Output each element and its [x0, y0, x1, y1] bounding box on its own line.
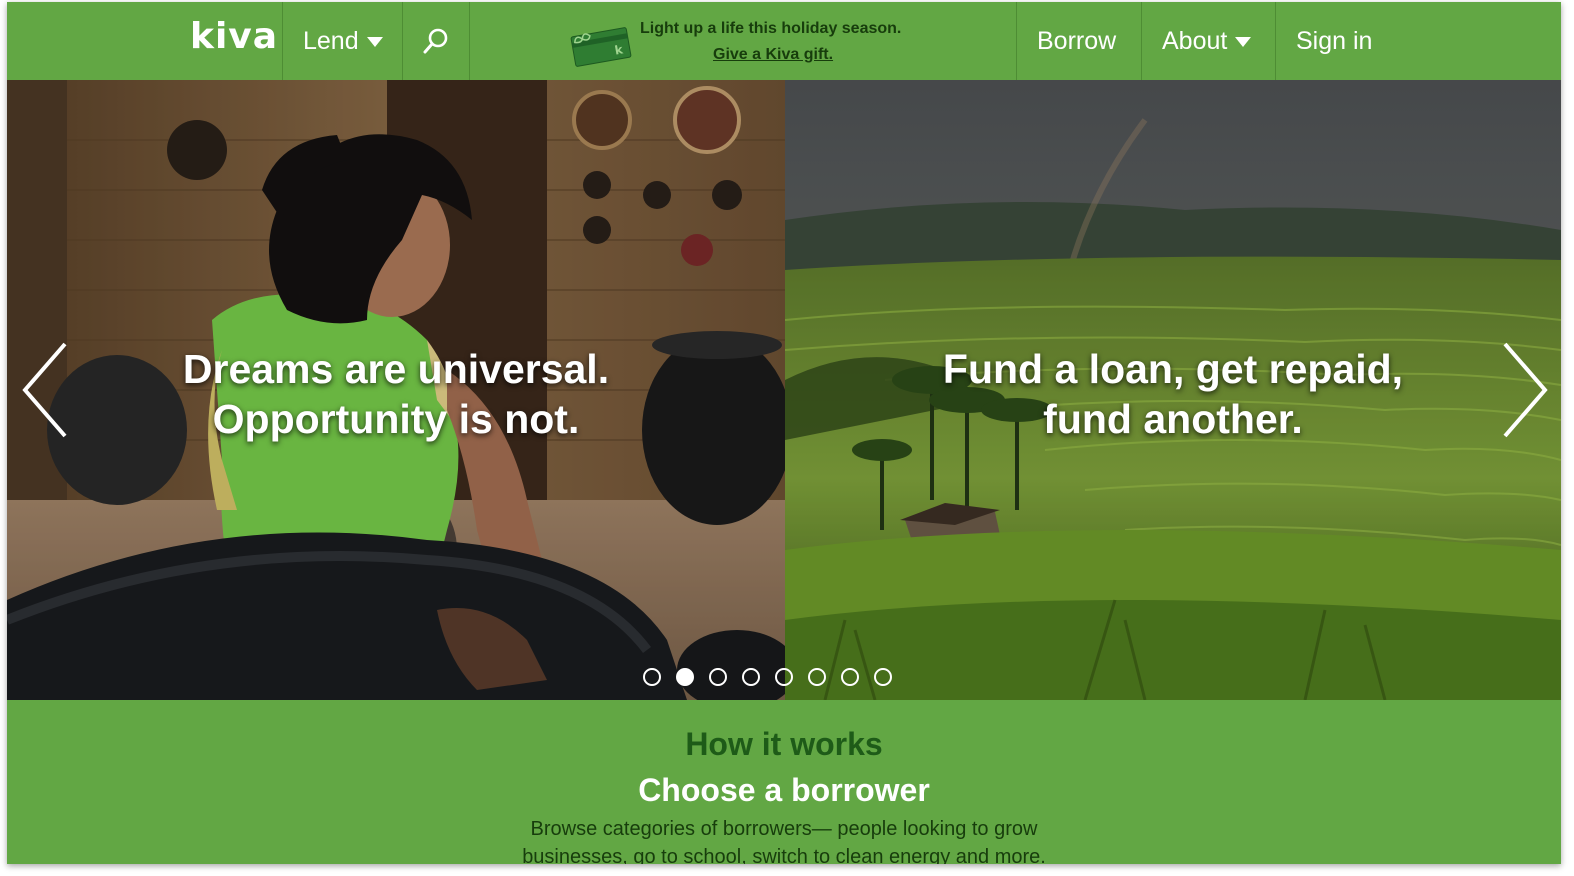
gift-card-icon: k	[570, 27, 632, 67]
promo-text: Light up a life this holiday season.	[640, 20, 902, 37]
borrow-link[interactable]: Borrow	[1037, 2, 1116, 80]
how-it-works-section: How it works Choose a borrower Browse ca…	[7, 700, 1561, 864]
about-label: About	[1162, 26, 1228, 55]
lend-menu[interactable]: Lend	[303, 2, 383, 80]
step-title: Choose a borrower	[638, 772, 930, 808]
section-title: How it works	[685, 726, 883, 762]
slide-headline-line: Opportunity is not.	[212, 396, 580, 442]
caret-down-icon	[1235, 37, 1252, 47]
kiva-logo[interactable]: kiva	[190, 16, 278, 57]
nav-divider	[1141, 2, 1142, 80]
carousel-dot[interactable]	[709, 668, 727, 686]
carousel-pagination	[643, 668, 892, 692]
hero-carousel: Dreams are universal. Opportunity is not…	[7, 80, 1561, 700]
previous-slide-button[interactable]	[19, 340, 79, 440]
top-navigation-bar: kiva Lend k Light up a life this holiday…	[7, 2, 1561, 80]
page-frame: kiva Lend k Light up a life this holiday…	[7, 2, 1561, 864]
slide-headline: Dreams are universal. Opportunity is not…	[7, 344, 785, 444]
slide-headline-line: Fund a loan, get repaid,	[942, 346, 1404, 392]
sign-in-link[interactable]: Sign in	[1296, 2, 1372, 80]
search-button[interactable]	[403, 2, 469, 80]
next-slide-button[interactable]	[1491, 340, 1551, 440]
step-description: Browse categories of borrowers— people l…	[522, 818, 1046, 864]
carousel-dot[interactable]	[841, 668, 859, 686]
carousel-dot[interactable]	[874, 668, 892, 686]
carousel-slide: Fund a loan, get repaid, fund another.	[785, 80, 1561, 700]
nav-divider	[282, 2, 283, 80]
carousel-dot[interactable]	[742, 668, 760, 686]
chevron-left-icon	[22, 342, 67, 438]
holiday-promo: k Light up a life this holiday season. G…	[570, 12, 1030, 72]
search-icon	[423, 28, 448, 54]
about-menu[interactable]: About	[1162, 2, 1252, 80]
slide-headline-line: Dreams are universal.	[182, 346, 610, 392]
caret-down-icon	[366, 37, 383, 47]
give-gift-link[interactable]: Give a Kiva gift.	[713, 46, 833, 64]
nav-divider	[469, 2, 470, 80]
slide-headline: Fund a loan, get repaid, fund another.	[785, 344, 1561, 444]
carousel-dot[interactable]	[643, 668, 661, 686]
carousel-dot[interactable]	[808, 668, 826, 686]
slide-headline-line: fund another.	[1043, 396, 1303, 442]
carousel-slide: Dreams are universal. Opportunity is not…	[7, 80, 785, 700]
nav-divider	[1016, 2, 1017, 80]
carousel-dot[interactable]	[775, 668, 793, 686]
nav-divider	[1275, 2, 1276, 80]
chevron-right-icon	[1503, 342, 1548, 438]
lend-label: Lend	[303, 26, 359, 55]
carousel-dot-active[interactable]	[676, 668, 694, 686]
